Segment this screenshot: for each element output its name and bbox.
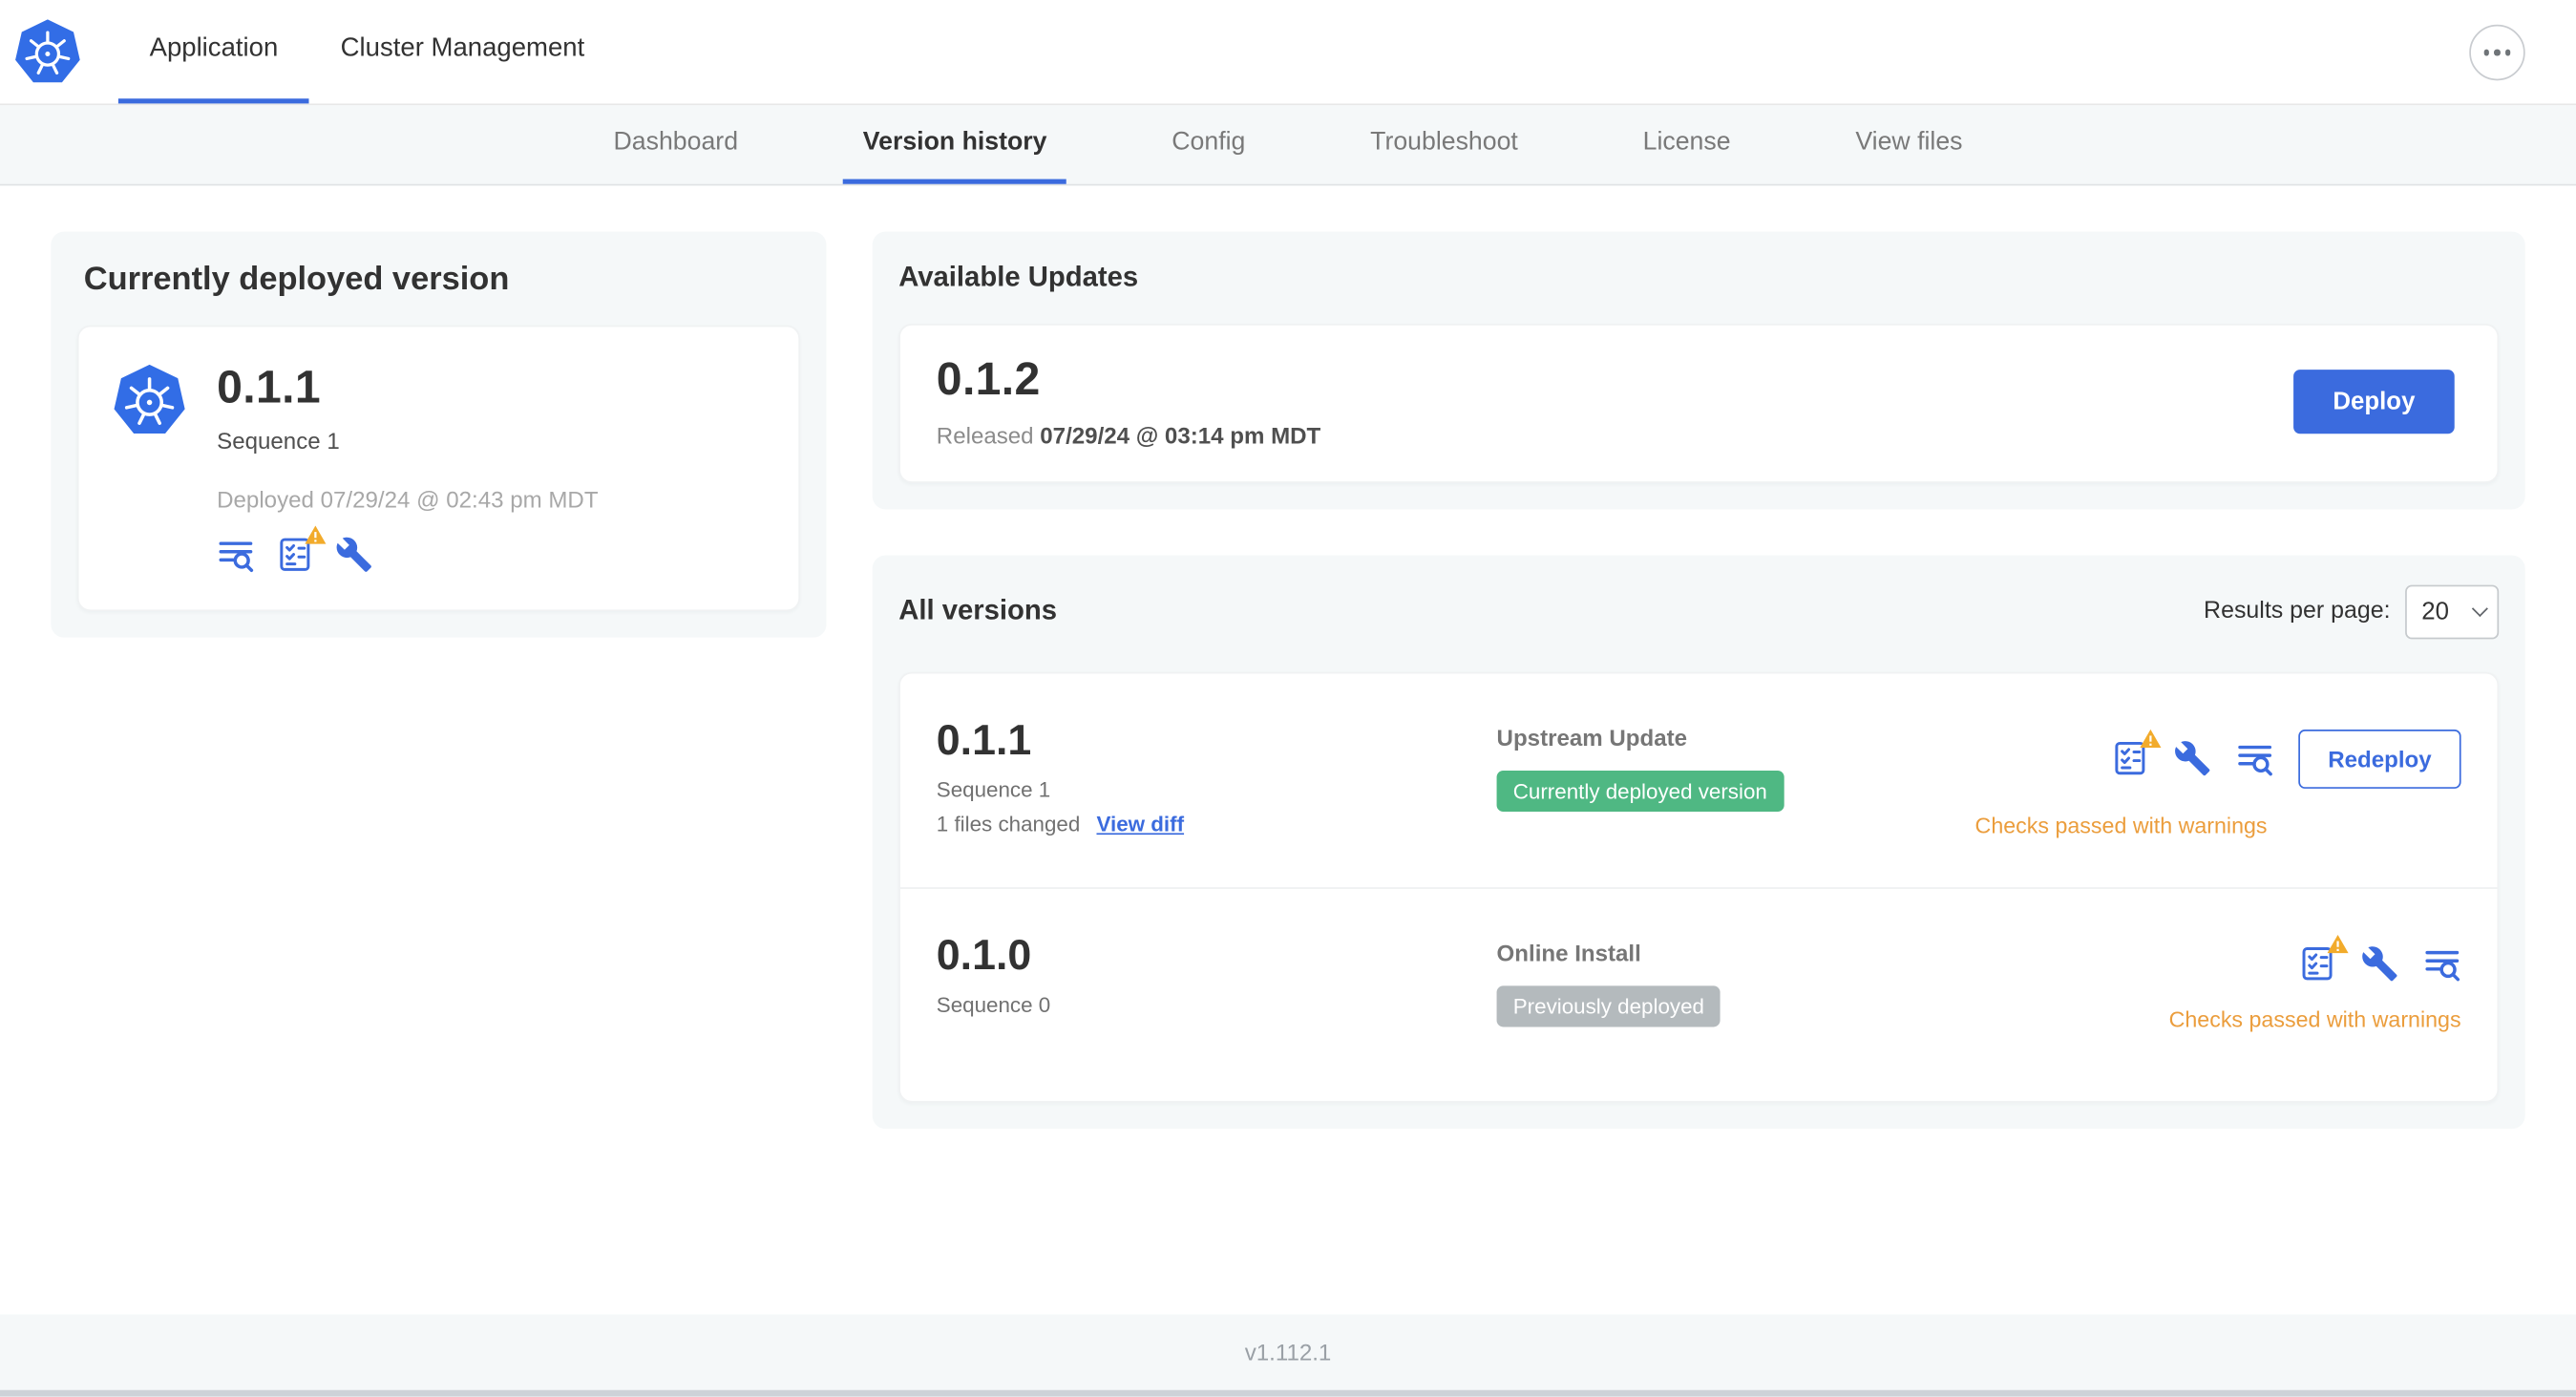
- status-badge: Currently deployed version: [1496, 770, 1784, 812]
- main-content: Currently deployed version 0.1.1 Sequenc…: [0, 185, 2576, 1315]
- version-source-label: Online Install: [1496, 939, 1641, 966]
- checks-status-text: Checks passed with warnings: [1974, 813, 2268, 838]
- update-info: 0.1.2 Released 07/29/24 @ 03:14 pm MDT: [936, 352, 1320, 449]
- top-nav-tabs: Application Cluster Management: [117, 0, 616, 104]
- app-sub-nav: Dashboard Version history Config Trouble…: [0, 105, 2576, 186]
- results-per-page-label: Results per page:: [2204, 598, 2391, 625]
- all-versions-card: All versions Results per page: 20 0.1.1 …: [872, 555, 2525, 1129]
- deployed-version-actions: [217, 525, 598, 574]
- version-source-label: Upstream Update: [1496, 724, 1688, 751]
- deployed-sequence-label: Sequence 1: [217, 427, 340, 454]
- version-sequence: Sequence 1: [936, 777, 1051, 803]
- edit-config-icon[interactable]: [335, 536, 373, 574]
- right-column: Available Updates 0.1.2 Released 07/29/2…: [872, 231, 2525, 1129]
- version-number: 0.1.0: [936, 929, 1032, 980]
- release-notes-icon[interactable]: [217, 536, 255, 574]
- files-changed-label: 1 files changed: [936, 812, 1081, 837]
- deploy-button[interactable]: Deploy: [2293, 369, 2455, 434]
- subnav-tab-config[interactable]: Config: [1152, 105, 1265, 184]
- deployed-version-info: 0.1.1 Sequence 1 Deployed 07/29/24 @ 02:…: [217, 361, 599, 574]
- subnav-tab-version-history[interactable]: Version history: [843, 105, 1067, 184]
- footer: v1.112.1: [0, 1314, 2576, 1397]
- released-date: 07/29/24 @ 03:14 pm MDT: [1040, 421, 1321, 449]
- subnav-tab-view-files[interactable]: View files: [1836, 105, 1982, 184]
- view-diff-link[interactable]: View diff: [1096, 813, 1184, 837]
- version-number: 0.1.1: [936, 714, 1032, 764]
- released-prefix: Released: [936, 421, 1034, 449]
- console-version: v1.112.1: [1244, 1339, 1332, 1365]
- update-version-number: 0.1.2: [936, 352, 1041, 405]
- version-actions: Redeploy: [2111, 729, 2461, 789]
- warning-triangle-icon: [2140, 730, 2162, 749]
- tab-application[interactable]: Application: [117, 0, 309, 104]
- currently-deployed-title: Currently deployed version: [83, 261, 510, 298]
- version-sequence: Sequence 0: [936, 992, 1051, 1018]
- tab-cluster-management-label: Cluster Management: [340, 34, 585, 63]
- version-actions-block: Checks passed with warnings: [2169, 931, 2461, 1031]
- versions-list: 0.1.1 Sequence 1 1 files changed View di…: [898, 671, 2500, 1103]
- version-row: 0.1.0 Sequence 0 Online Install Previous…: [899, 886, 2498, 1101]
- tab-cluster-management[interactable]: Cluster Management: [309, 0, 616, 103]
- all-versions-title: All versions: [898, 595, 1058, 627]
- subnav-tab-dashboard[interactable]: Dashboard: [594, 105, 758, 184]
- version-actions-block: Redeploy Checks passed with warnings: [1975, 716, 2461, 837]
- release-notes-icon[interactable]: [2236, 740, 2274, 778]
- subnav-tab-license[interactable]: License: [1623, 105, 1750, 184]
- available-updates-card: Available Updates 0.1.2 Released 07/29/2…: [872, 231, 2525, 510]
- edit-config-icon[interactable]: [2173, 740, 2211, 778]
- files-changed-line: 1 files changed View diff: [937, 813, 1497, 837]
- available-update-row: 0.1.2 Released 07/29/24 @ 03:14 pm MDT D…: [898, 323, 2500, 483]
- deployed-version-number: 0.1.1: [217, 361, 322, 413]
- top-nav-bar: Application Cluster Management: [0, 0, 2576, 106]
- version-source-block: Upstream Update Currently deployed versi…: [1496, 716, 1975, 812]
- version-actions: [2298, 934, 2461, 983]
- all-versions-header: All versions Results per page: 20: [898, 584, 2500, 640]
- version-info: 0.1.1 Sequence 1 1 files changed View di…: [937, 716, 1497, 837]
- preflight-checks-icon[interactable]: [2298, 934, 2349, 983]
- version-source-block: Online Install Previously deployed: [1496, 931, 2169, 1027]
- warning-triangle-icon: [2327, 934, 2349, 953]
- overflow-menu-button[interactable]: [2469, 24, 2525, 81]
- deployed-version-panel: 0.1.1 Sequence 1 Deployed 07/29/24 @ 02:…: [76, 325, 800, 611]
- redeploy-button[interactable]: Redeploy: [2298, 729, 2461, 789]
- status-badge: Previously deployed: [1496, 985, 1721, 1027]
- tab-application-label: Application: [149, 34, 279, 63]
- preflight-checks-icon[interactable]: [2111, 730, 2162, 778]
- kubernetes-logo-icon: [13, 17, 82, 84]
- preflight-checks-icon[interactable]: [276, 525, 327, 574]
- update-released-line: Released 07/29/24 @ 03:14 pm MDT: [937, 422, 1320, 449]
- deployed-timestamp: Deployed 07/29/24 @ 02:43 pm MDT: [217, 485, 599, 513]
- ellipsis-icon: [2483, 50, 2490, 56]
- subnav-tab-troubleshoot[interactable]: Troubleshoot: [1350, 105, 1537, 184]
- edit-config-icon[interactable]: [2361, 944, 2399, 983]
- checks-status-text: Checks passed with warnings: [2168, 1006, 2461, 1032]
- currently-deployed-card: Currently deployed version 0.1.1 Sequenc…: [51, 231, 827, 638]
- admin-console: Application Cluster Management Dashboard…: [0, 0, 2576, 1397]
- results-per-page: Results per page: 20: [2204, 584, 2500, 640]
- available-updates-title: Available Updates: [898, 261, 1139, 293]
- release-notes-icon[interactable]: [2423, 944, 2461, 983]
- results-per-page-select[interactable]: 20: [2405, 584, 2500, 640]
- results-per-page-select-wrap: 20: [2405, 584, 2500, 640]
- app-icon: [112, 363, 187, 435]
- version-row: 0.1.1 Sequence 1 1 files changed View di…: [900, 673, 2498, 887]
- version-info: 0.1.0 Sequence 0: [936, 929, 1497, 1018]
- warning-triangle-icon: [305, 525, 327, 544]
